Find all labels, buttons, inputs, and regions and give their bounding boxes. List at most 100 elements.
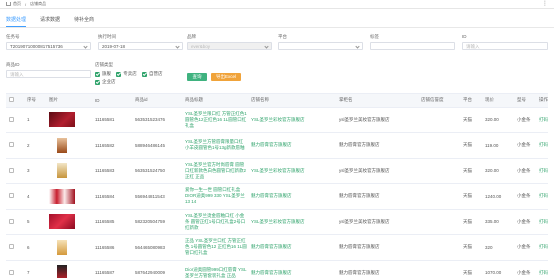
product-title[interactable]: YSL圣罗兰限口红 方管正红色1圆管色12正红色16 1L圆管口红礼盒 xyxy=(182,107,248,133)
checkbox-enterprise[interactable]: 企业店 xyxy=(95,79,116,85)
row-checkbox[interactable] xyxy=(6,107,24,133)
product-table: 序号 图片 ID 商品id 商品标题 店铺名称 掌柜名 店铺信誉度 平台 现价 … xyxy=(6,93,548,278)
seller-name: 魅力唇膏官方旗舰店 xyxy=(336,260,418,278)
product-title[interactable]: YSL圣罗兰烫金唇釉口红 小金条 圆管正红1号口红礼盒2号口红新款 xyxy=(182,209,248,235)
tab-data-processing[interactable]: 数据处理 xyxy=(6,14,27,27)
store-type-checkboxes-row2: 企业店 xyxy=(95,79,120,86)
table-row[interactable]: 4 11165584 556944811543 爱你一生一世 圆管口红礼盒 DIOR迪… xyxy=(6,183,548,210)
export-excel-button[interactable]: 导出Excel xyxy=(211,73,241,81)
table-row[interactable]: 3 11165583 563531524750 YSL圣罗兰官方时尚唇膏 圆管口红新款… xyxy=(6,158,548,184)
table-row[interactable]: 2 11165582 588946486145 YSL圣罗兰方管唇膏限量口红 小羊皮圆… xyxy=(6,132,548,159)
model: 小金条 xyxy=(514,132,536,159)
model: 小金条 xyxy=(514,183,536,210)
seller-name: 魅力唇膏官方旗舰店 xyxy=(336,234,418,261)
store-credit xyxy=(418,158,460,184)
checkbox-icon[interactable] xyxy=(9,116,14,122)
tab-request-data[interactable]: 请求数据 xyxy=(40,14,60,27)
row-checkbox[interactable] xyxy=(6,209,24,235)
table-row[interactable]: 1 11165581 563531523476 YSL圣罗兰限口红 方管正红色1圆管色… xyxy=(6,107,548,133)
tag-input[interactable] xyxy=(370,42,455,50)
home-icon[interactable] xyxy=(6,2,11,6)
product-id: 563531523476 xyxy=(132,107,182,133)
store-type-field: 店铺类型 xyxy=(95,62,180,68)
col-header: 序号 xyxy=(24,94,46,108)
platform-label: 平台 xyxy=(278,34,287,39)
checkbox-icon[interactable] xyxy=(9,142,14,148)
tab-pending[interactable]: 待补全商 xyxy=(74,14,94,27)
brand-select[interactable]: ever&boy xyxy=(187,42,272,50)
product-image xyxy=(46,260,92,278)
store-name[interactable]: 魅力唇膏官方旗舰店 xyxy=(248,183,336,210)
chevron-down-icon xyxy=(83,44,88,49)
product-title[interactable]: 爱你一生一世 圆管口红礼盒 DIOR迪奥999 330 YSL圣罗兰13 14 xyxy=(182,183,248,210)
id-input[interactable]: 请输入 xyxy=(462,42,548,50)
tag-field: 标签 xyxy=(370,34,455,50)
table-row[interactable]: 6 11165586 564465080983 正品 YSL圣罗兰口红 方管正红色 1… xyxy=(6,234,548,261)
task-no-select[interactable]: T20190710000817515736 xyxy=(6,42,91,50)
checkbox-flagship[interactable]: 旗舰 xyxy=(95,71,111,77)
row-checkbox[interactable] xyxy=(6,158,24,184)
product-title[interactable]: Dior迪奥圆管999口红唇膏 YSL圣罗兰方管套装礼盒 正品 xyxy=(182,260,248,278)
row-index: 4 xyxy=(24,183,46,210)
checkbox-specialty[interactable]: 专卖店 xyxy=(116,71,137,77)
product-title[interactable]: 正品 YSL圣罗兰口红 方管正红色 1号圆管色12 正红色16 1L圆管口红礼盒 xyxy=(182,234,248,261)
row-checkbox[interactable] xyxy=(6,183,24,210)
platform: 天猫 xyxy=(460,132,482,159)
mark-link[interactable]: 打码 xyxy=(536,132,548,159)
product-id: 556944811543 xyxy=(132,183,182,210)
platform: 天猫 xyxy=(460,107,482,133)
platform-select[interactable] xyxy=(278,42,363,50)
product-id-input[interactable]: 请输入 xyxy=(6,70,91,78)
price: 1070.00 xyxy=(482,260,514,278)
checkbox-self-run[interactable]: 自营店 xyxy=(142,71,163,77)
table-row[interactable]: 7 11165587 587642940009 Dior迪奥圆管999口红唇膏 YSL… xyxy=(6,260,548,278)
row-checkbox[interactable] xyxy=(6,234,24,261)
store-name[interactable]: 魅力唇膏官方旗舰店 xyxy=(248,260,336,278)
table-row[interactable]: 5 11165585 582320504759 YSL圣罗兰烫金唇釉口红 小金条 圆管… xyxy=(6,209,548,235)
row-index: 2 xyxy=(24,132,46,159)
row-checkbox[interactable] xyxy=(6,132,24,159)
seller-name: ysl圣罗兰美妆官方旗舰店 xyxy=(336,107,418,133)
brand-label: 品牌 xyxy=(187,34,196,39)
more-icon[interactable]: ⋮ xyxy=(542,0,548,7)
mark-link[interactable]: 打码 xyxy=(536,260,548,278)
checkbox-icon[interactable] xyxy=(9,218,14,224)
store-name[interactable]: YSL圣罗兰彩妆官方旗舰店 xyxy=(248,209,336,235)
select-all-cell[interactable] xyxy=(6,94,24,108)
model: 小金条 xyxy=(514,158,536,184)
mark-link[interactable]: 打码 xyxy=(536,158,548,184)
price: 320.00 xyxy=(482,158,514,184)
product-title[interactable]: YSL圣罗兰方管唇膏限量口红 小羊皮圆管色1号13g新款唇釉 xyxy=(182,132,248,159)
store-type-label: 店铺类型 xyxy=(95,62,113,67)
search-button[interactable]: 查询 xyxy=(187,73,207,81)
store-name[interactable]: 魅力唇膏官方旗舰店 xyxy=(248,132,336,159)
product-title[interactable]: YSL圣罗兰官方时尚唇膏 圆管口红新款色白色圆管口红新款2正红 正品 xyxy=(182,158,248,184)
mark-link[interactable]: 打码 xyxy=(536,183,548,210)
checkbox-icon[interactable] xyxy=(9,193,14,199)
seller-name: 魅力唇膏官方旗舰店 xyxy=(336,132,418,159)
tag-label: 标签 xyxy=(370,34,379,39)
store-name[interactable]: 魅力唇膏官方旗舰店 xyxy=(248,234,336,261)
mark-link[interactable]: 打码 xyxy=(536,234,548,261)
checkbox-icon[interactable] xyxy=(9,167,14,173)
product-thumbnail xyxy=(57,163,67,179)
checkbox-icon[interactable] xyxy=(9,244,14,250)
row-checkbox[interactable] xyxy=(6,260,24,278)
platform: 天猫 xyxy=(460,234,482,261)
mark-link[interactable]: 打码 xyxy=(536,107,548,133)
tabs-divider xyxy=(0,27,554,28)
exec-time-select[interactable]: 2019-07-18 xyxy=(98,42,183,50)
mark-link[interactable]: 打码 xyxy=(536,209,548,235)
col-header: 掌柜名 xyxy=(336,94,418,108)
row-index: 3 xyxy=(24,158,46,184)
col-header: 型号 xyxy=(514,94,536,108)
store-credit xyxy=(418,107,460,133)
row-id: 11165583 xyxy=(92,158,132,184)
breadcrumb-home[interactable]: 首页 xyxy=(13,1,21,7)
checkbox-icon[interactable] xyxy=(9,269,14,275)
product-thumbnail xyxy=(57,239,67,255)
store-name[interactable]: YSL圣罗兰彩妆官方旗舰店 xyxy=(248,158,336,184)
store-name[interactable]: YSL圣罗兰彩妆官方旗舰店 xyxy=(248,107,336,133)
price: 1240.00 xyxy=(482,183,514,210)
col-header: 店铺名称 xyxy=(248,94,336,108)
